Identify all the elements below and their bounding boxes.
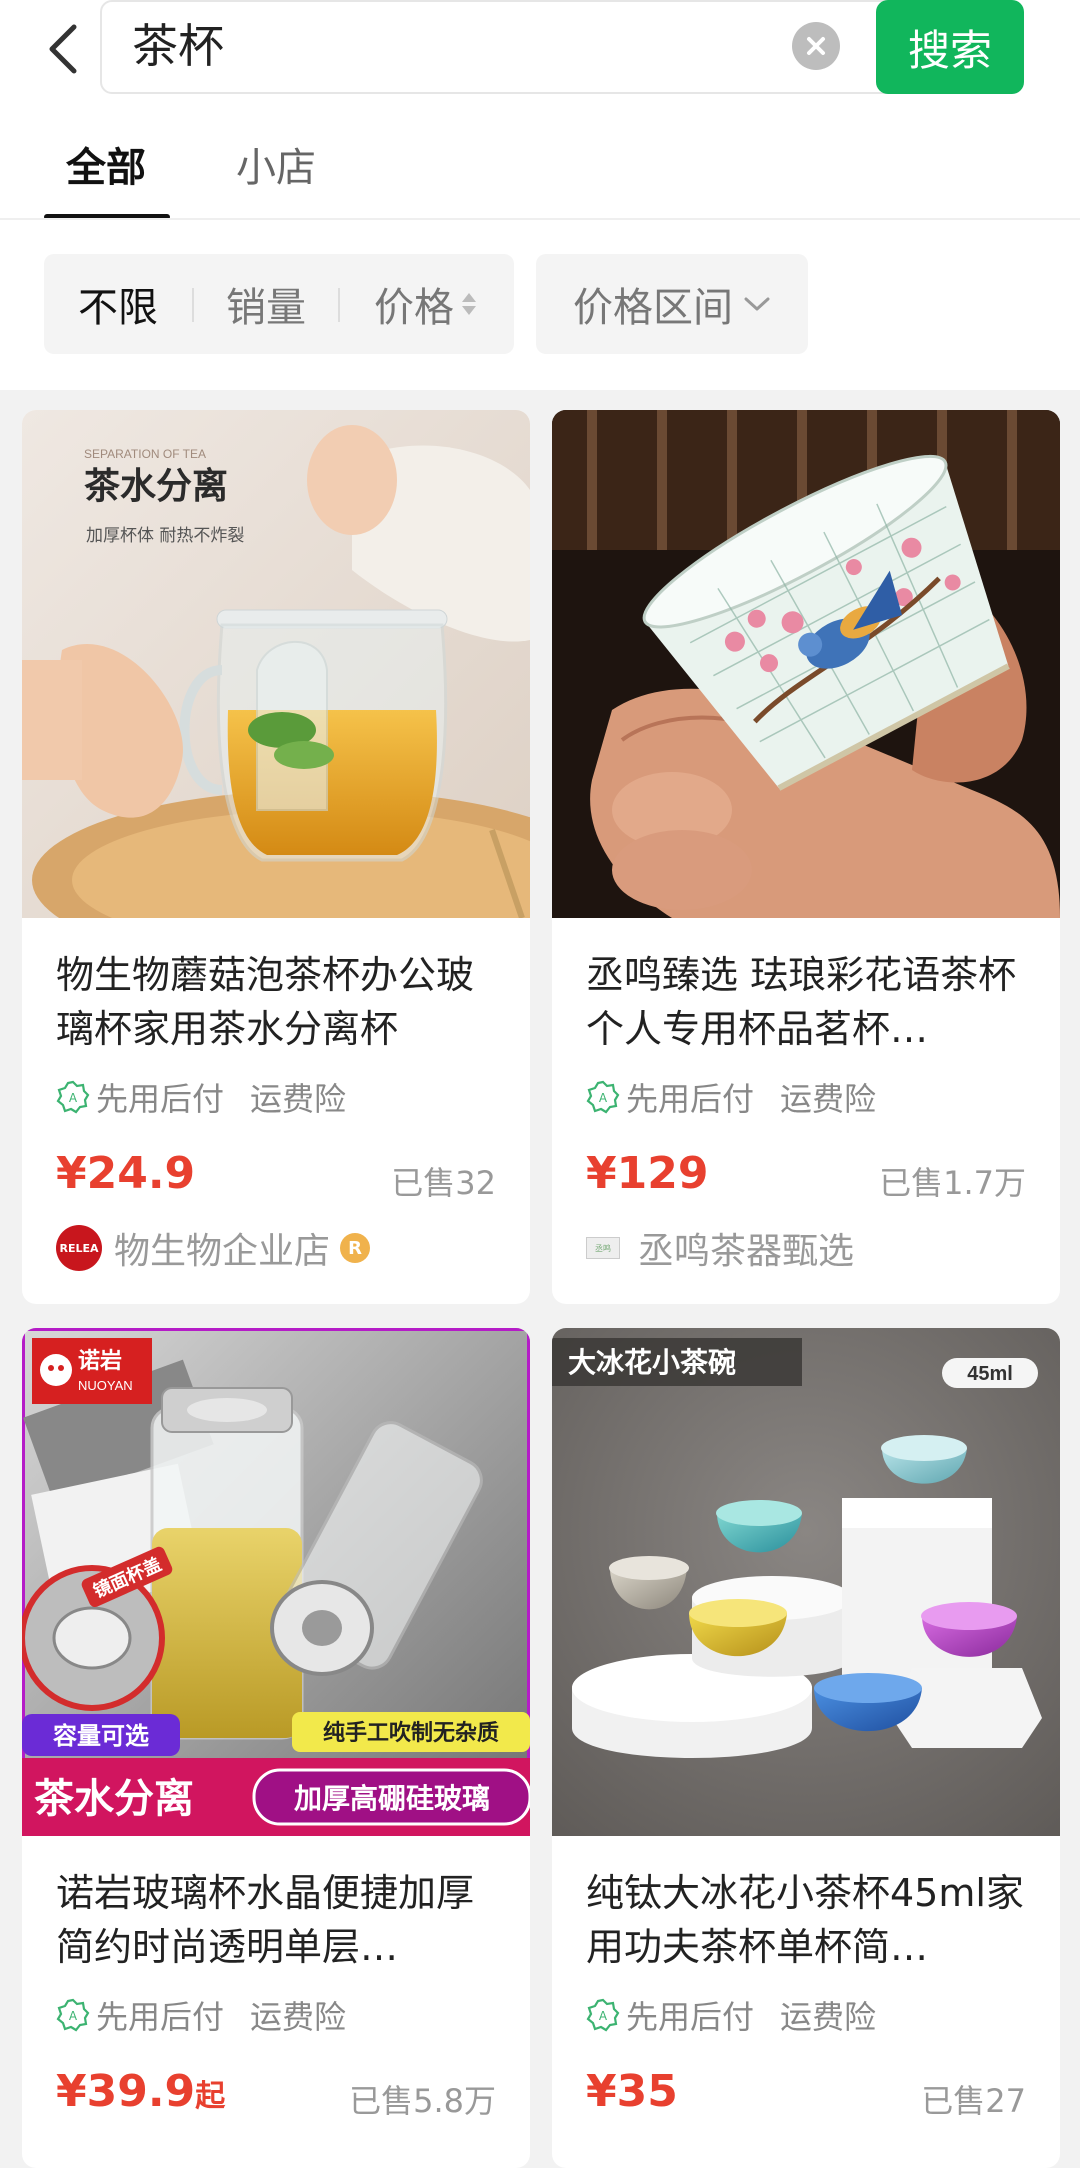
tab-all[interactable]: 全部 <box>66 138 146 198</box>
sort-arrows-icon <box>462 293 476 315</box>
filter-price[interactable]: 价格 <box>374 254 476 354</box>
product-title[interactable]: 丞鸣臻选 珐琅彩花语茶杯个人专用杯品茗杯… <box>586 948 1036 1056</box>
image-small-text: SEPARATION OF TEA <box>84 447 206 461</box>
product-price: ¥129 <box>586 1148 709 1199</box>
product-card[interactable]: SEPARATION OF TEA 茶水分离 加厚杯体 耐热不炸裂 物生物蘑菇泡… <box>22 410 530 1304</box>
filter-unlimited[interactable]: 不限 <box>78 254 158 354</box>
clear-search-button[interactable] <box>792 22 840 70</box>
banner-glass: 加厚高硼硅玻璃 <box>294 1782 490 1815</box>
product-card[interactable]: 镜面杯盖 诺岩 NUOYAN 容量可选 纯手工吹制无杂质 茶水分离 加厚高硼硅玻… <box>22 1328 530 2168</box>
close-icon <box>807 37 825 55</box>
divider <box>192 288 194 322</box>
filter-sales[interactable]: 销量 <box>226 254 306 354</box>
shop-link[interactable]: RELEA 物生物企业店 R <box>56 1222 371 1274</box>
chevron-left-icon <box>49 24 77 74</box>
price-range-label: 价格区间 <box>573 285 733 331</box>
tag-shipping-insurance: 运费险 <box>780 1998 877 2036</box>
badge-handmade: 纯手工吹制无杂质 <box>323 1720 499 1746</box>
image-size-label: 45ml <box>967 1363 1013 1385</box>
shop-name: 丞鸣茶器甄选 <box>638 1231 855 1272</box>
pay-later-icon: A <box>56 1080 90 1114</box>
product-price: ¥35 <box>586 2066 678 2117</box>
sort-filter-group: 不限 销量 价格 <box>44 254 514 354</box>
tag-shipping-insurance: 运费险 <box>250 1998 347 2036</box>
product-image[interactable]: 大冰花小茶碗 45ml <box>552 1328 1060 1836</box>
divider <box>338 288 340 322</box>
pay-later-icon: A <box>586 1080 620 1114</box>
product-title[interactable]: 诺岩玻璃杯水晶便捷加厚简约时尚透明单层… <box>56 1866 506 1974</box>
shop-logo: 丞鸣 <box>586 1237 620 1259</box>
product-price: ¥24.9 <box>56 1148 196 1199</box>
brand-name-en: NUOYAN <box>78 1378 133 1393</box>
product-title[interactable]: 物生物蘑菇泡茶杯办公玻璃杯家用茶水分离杯 <box>56 948 506 1056</box>
price-range-filter[interactable]: 价格区间 <box>536 254 808 354</box>
sold-count: 已售32 <box>391 1164 496 1202</box>
tag-pay-later: 先用后付 <box>96 1080 225 1118</box>
product-image[interactable]: 镜面杯盖 诺岩 NUOYAN 容量可选 纯手工吹制无杂质 茶水分离 加厚高硼硅玻… <box>22 1328 530 1836</box>
product-card[interactable]: 大冰花小茶碗 45ml 纯钛大冰花小茶杯45ml家用功夫茶杯单杯简… A 先用后… <box>552 1328 1060 2168</box>
svg-text:A: A <box>69 2009 78 2023</box>
product-image[interactable] <box>552 410 1060 918</box>
shop-logo: RELEA <box>56 1225 102 1271</box>
image-heading: 大冰花小茶碗 <box>568 1346 736 1379</box>
badge-capacity: 容量可选 <box>53 1722 149 1750</box>
price-suffix: 起 <box>195 2079 226 2114</box>
tag-shipping-insurance: 运费险 <box>250 1080 347 1118</box>
service-tags: A 先用后付 运费险 <box>56 1074 346 1120</box>
product-image[interactable]: SEPARATION OF TEA 茶水分离 加厚杯体 耐热不炸裂 <box>22 410 530 918</box>
enterprise-badge-icon: R <box>340 1233 371 1263</box>
tag-shipping-insurance: 运费险 <box>780 1080 877 1118</box>
sold-count: 已售27 <box>921 2082 1026 2120</box>
search-header: 茶杯 搜索 全部 小店 不限 销量 价格 价格区间 <box>0 0 1080 390</box>
svg-text:A: A <box>599 1091 608 1105</box>
tag-pay-later: 先用后付 <box>96 1998 225 2036</box>
shop-link[interactable]: 丞鸣 丞鸣茶器甄选 <box>586 1222 854 1274</box>
svg-text:A: A <box>599 2009 608 2023</box>
product-price: ¥39.9起 <box>56 2066 226 2117</box>
shop-name: 物生物企业店 <box>114 1231 331 1272</box>
banner-tea-separation: 茶水分离 <box>34 1776 194 1822</box>
product-card[interactable]: 丞鸣臻选 珐琅彩花语茶杯个人专用杯品茗杯… A 先用后付 运费险 ¥129 已售… <box>552 410 1060 1304</box>
search-input[interactable] <box>100 0 978 94</box>
svg-text:A: A <box>69 1091 78 1105</box>
pay-later-icon: A <box>586 1998 620 2032</box>
sold-count: 已售5.8万 <box>349 2082 496 2120</box>
sold-count: 已售1.7万 <box>879 1164 1026 1202</box>
image-subheading: 加厚杯体 耐热不炸裂 <box>86 526 244 546</box>
divider <box>0 218 1080 220</box>
service-tags: A 先用后付 运费险 <box>586 1992 876 2038</box>
tab-shop[interactable]: 小店 <box>236 138 316 198</box>
service-tags: A 先用后付 运费险 <box>586 1074 876 1120</box>
service-tags: A 先用后付 运费险 <box>56 1992 346 2038</box>
image-heading: 茶水分离 <box>84 466 228 507</box>
tag-pay-later: 先用后付 <box>626 1998 755 2036</box>
product-title[interactable]: 纯钛大冰花小茶杯45ml家用功夫茶杯单杯简… <box>586 1866 1036 1974</box>
pay-later-icon: A <box>56 1998 90 2032</box>
tag-pay-later: 先用后付 <box>626 1080 755 1118</box>
filter-price-label: 价格 <box>374 285 454 331</box>
search-button[interactable]: 搜索 <box>876 0 1024 94</box>
search-query[interactable]: 茶杯 <box>132 16 224 76</box>
brand-name: 诺岩 <box>78 1348 122 1374</box>
chevron-down-icon <box>744 297 770 311</box>
back-button[interactable] <box>38 14 88 84</box>
